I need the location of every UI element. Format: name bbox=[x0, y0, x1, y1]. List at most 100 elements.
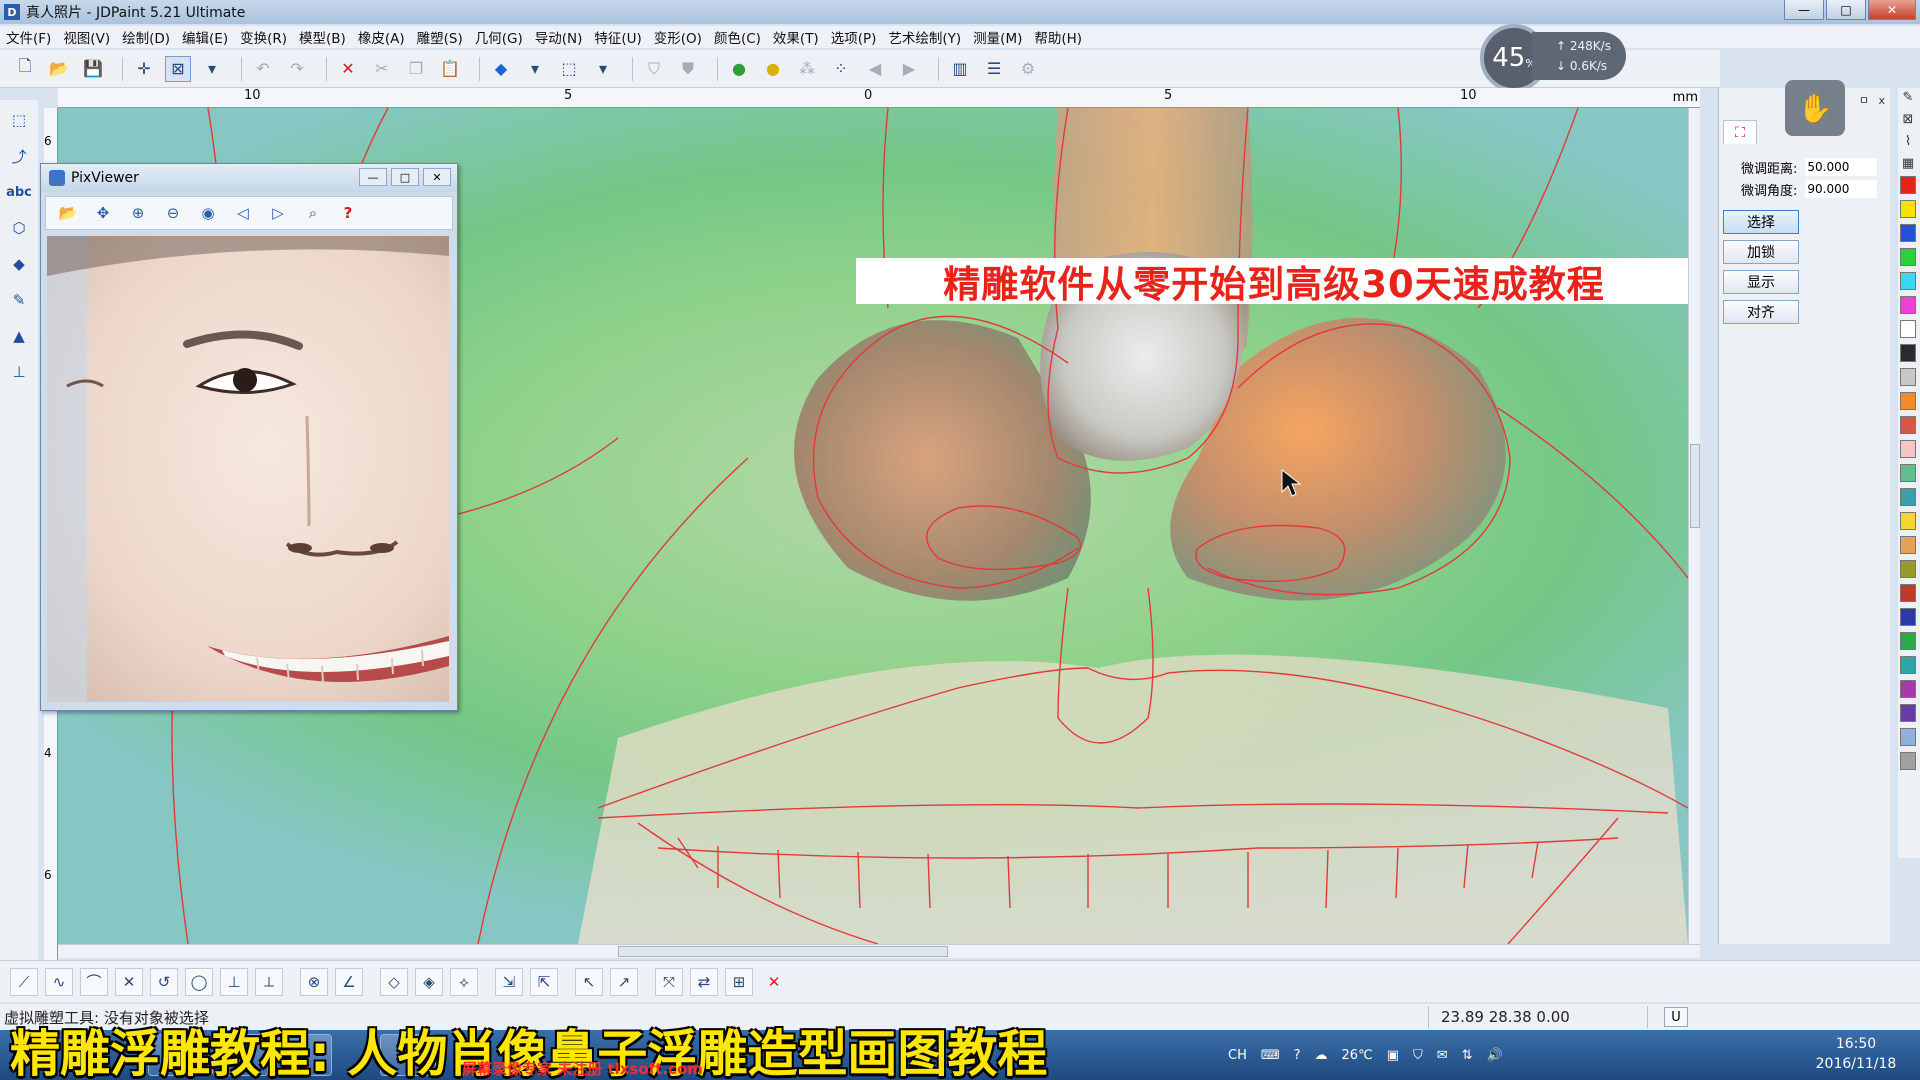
clock[interactable]: 16:50 2016/11/18 bbox=[1796, 1034, 1916, 1074]
color-swatch[interactable] bbox=[1900, 224, 1916, 242]
redo-icon[interactable]: ↷ bbox=[284, 56, 310, 82]
keyboard-icon[interactable]: ⌨ bbox=[1261, 1048, 1280, 1063]
light-group-icon[interactable]: ⁂ bbox=[794, 56, 820, 82]
horizontal-scroll-thumb[interactable] bbox=[618, 946, 948, 957]
pixviewer-close-button[interactable]: ✕ bbox=[423, 168, 451, 186]
menu-edit[interactable]: 编辑(E) bbox=[182, 27, 228, 47]
view-eye-icon[interactable]: ◉ bbox=[196, 201, 220, 225]
fine-distance-field[interactable]: 50.000 bbox=[1805, 158, 1878, 176]
dropdown-arrow-icon[interactable]: ▾ bbox=[199, 56, 225, 82]
color-swatch[interactable] bbox=[1900, 344, 1916, 362]
light-bulb-icon[interactable]: ● bbox=[760, 56, 786, 82]
arrow-right-icon[interactable]: ▶ bbox=[896, 56, 922, 82]
arrow-left-icon[interactable]: ◀ bbox=[862, 56, 888, 82]
pan-move-icon[interactable]: ✥ bbox=[91, 201, 115, 225]
perpendicular-tool-icon[interactable]: ⊥ bbox=[220, 967, 248, 996]
dropdown-arrow-icon[interactable]: ▾ bbox=[522, 56, 548, 82]
vertical-scrollbar[interactable] bbox=[1688, 108, 1700, 944]
color-swatch[interactable] bbox=[1900, 320, 1916, 338]
open-folder-icon[interactable]: 📂 bbox=[46, 56, 72, 82]
color-swatch[interactable] bbox=[1900, 392, 1916, 410]
dropdown-arrow-icon[interactable]: ▾ bbox=[590, 56, 616, 82]
sculpt-shape-icon[interactable]: ⬡ bbox=[5, 214, 33, 242]
pixviewer-title-bar[interactable]: PixViewer — □ ✕ bbox=[41, 164, 457, 192]
snap-point-icon[interactable]: ⊗ bbox=[300, 967, 328, 996]
volume-icon[interactable]: 🔊 bbox=[1487, 1048, 1503, 1063]
chat-icon[interactable]: ✉ bbox=[1437, 1048, 1448, 1063]
array-tool-icon[interactable]: ⊞ bbox=[725, 967, 753, 996]
box-3d-icon[interactable]: ⬚ bbox=[556, 56, 582, 82]
shield-icon[interactable]: ⛉ bbox=[641, 56, 667, 82]
settings-icon[interactable]: ⚙ bbox=[1015, 56, 1041, 82]
help-icon[interactable]: ? bbox=[336, 201, 360, 225]
pencil-icon[interactable]: ✎ bbox=[1899, 88, 1917, 106]
snap-angle-icon[interactable]: ∠ bbox=[335, 967, 363, 996]
minimize-button[interactable]: — bbox=[1784, 0, 1824, 20]
close-button[interactable]: ✕ bbox=[1868, 0, 1916, 20]
color-swatch[interactable] bbox=[1900, 560, 1916, 578]
palette-grid-icon[interactable]: ▦ bbox=[1899, 154, 1917, 172]
circle-tool-icon[interactable]: ◯ bbox=[185, 967, 213, 996]
lock-button[interactable]: 加锁 bbox=[1723, 240, 1799, 264]
pen-tool-icon[interactable]: ✎ bbox=[5, 286, 33, 314]
color-swatch[interactable] bbox=[1900, 512, 1916, 530]
crosshair-icon[interactable]: ✛ bbox=[131, 56, 157, 82]
color-swatch[interactable] bbox=[1900, 368, 1916, 386]
line-tool-icon[interactable]: ⟋ bbox=[10, 967, 38, 996]
color-swatch[interactable] bbox=[1900, 416, 1916, 434]
maximize-button[interactable]: □ bbox=[1826, 0, 1866, 20]
tray-app-icon[interactable]: ▣ bbox=[1387, 1048, 1399, 1063]
paint-diamond-icon[interactable]: ◆ bbox=[5, 250, 33, 278]
select-arrow-icon[interactable]: ↖ bbox=[575, 967, 603, 996]
sculpt-tab-icon[interactable]: ⛶ bbox=[1723, 120, 1757, 144]
curve-tool-icon[interactable]: ↺ bbox=[150, 967, 178, 996]
security-shield-icon[interactable]: ⛉ bbox=[1413, 1048, 1423, 1063]
intersect-tool-icon[interactable]: ✕ bbox=[115, 967, 143, 996]
pixviewer-maximize-button[interactable]: □ bbox=[391, 168, 419, 186]
color-swatch[interactable] bbox=[1900, 440, 1916, 458]
color-swatch[interactable] bbox=[1900, 632, 1916, 650]
copy-icon[interactable]: ❐ bbox=[403, 56, 429, 82]
color-swatch[interactable] bbox=[1900, 176, 1916, 194]
select-button[interactable]: 选择 bbox=[1723, 210, 1799, 234]
color-swatch[interactable] bbox=[1900, 200, 1916, 218]
show-button[interactable]: 显示 bbox=[1723, 270, 1799, 294]
menu-effect[interactable]: 效果(T) bbox=[773, 27, 819, 47]
menu-feature[interactable]: 特征(U) bbox=[594, 27, 641, 47]
cut-icon[interactable]: ✂ bbox=[369, 56, 395, 82]
mode-indicator[interactable]: U bbox=[1664, 1007, 1688, 1027]
select-frame-icon[interactable]: ⬚ bbox=[5, 106, 33, 134]
color-swatch[interactable] bbox=[1900, 752, 1916, 770]
node-diamond-3-icon[interactable]: ⟡ bbox=[450, 967, 478, 996]
menu-draw[interactable]: 绘制(D) bbox=[122, 27, 170, 47]
extend-tool-icon[interactable]: ⇲ bbox=[495, 967, 523, 996]
color-swatch[interactable] bbox=[1900, 608, 1916, 626]
weather-cloud-icon[interactable]: ☁ bbox=[1315, 1048, 1328, 1063]
color-swatch[interactable] bbox=[1900, 488, 1916, 506]
grid-lines-icon[interactable]: ☰ bbox=[981, 56, 1007, 82]
open-folder-icon[interactable]: 📂 bbox=[56, 201, 80, 225]
light-green-icon[interactable]: ● bbox=[726, 56, 752, 82]
hand-pan-icon[interactable]: ✋ bbox=[1785, 80, 1845, 136]
shield-filled-icon[interactable]: ⛊ bbox=[675, 56, 701, 82]
fine-angle-field[interactable]: 90.000 bbox=[1805, 180, 1878, 198]
view-cube-icon[interactable]: ◆ bbox=[488, 56, 514, 82]
help-circle-icon[interactable]: ? bbox=[1294, 1048, 1301, 1063]
arc-tool-icon[interactable]: ⌒ bbox=[80, 967, 108, 996]
delete-icon[interactable]: ✕ bbox=[335, 56, 361, 82]
menu-art-draw[interactable]: 艺术绘制(Y) bbox=[888, 27, 961, 47]
color-swatch[interactable] bbox=[1900, 656, 1916, 674]
paste-icon[interactable]: 📋 bbox=[437, 56, 463, 82]
fill-tool-icon[interactable]: ▲ bbox=[5, 322, 33, 350]
node-diamond-icon[interactable]: ◇ bbox=[380, 967, 408, 996]
vertical-scroll-thumb[interactable] bbox=[1690, 444, 1700, 528]
menu-geometry[interactable]: 几何(G) bbox=[475, 27, 523, 47]
menu-measure[interactable]: 测量(M) bbox=[973, 27, 1022, 47]
menu-transform[interactable]: 变换(R) bbox=[240, 27, 287, 47]
undo-icon[interactable]: ↶ bbox=[250, 56, 276, 82]
measure-tool-icon[interactable]: ⊥ bbox=[5, 358, 33, 386]
color-swatch[interactable] bbox=[1900, 536, 1916, 554]
layers-icon[interactable]: ▥ bbox=[947, 56, 973, 82]
spline-tool-icon[interactable]: ∿ bbox=[45, 967, 73, 996]
color-swatch[interactable] bbox=[1900, 248, 1916, 266]
